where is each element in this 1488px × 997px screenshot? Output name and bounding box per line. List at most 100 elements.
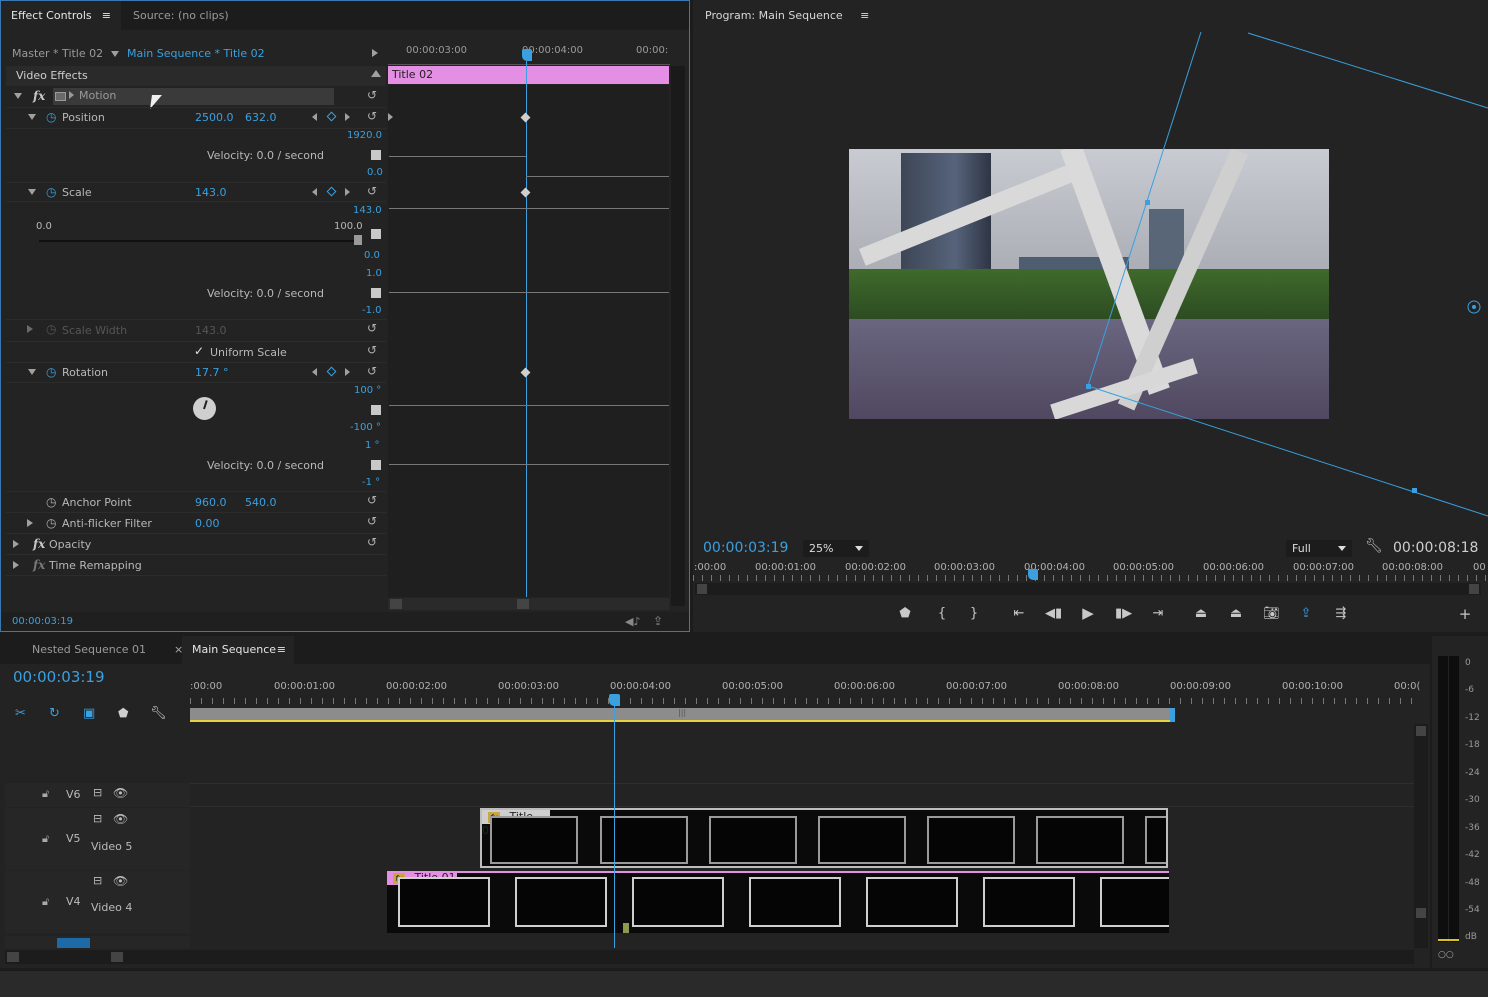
- play-audio-icon[interactable]: ◀♪: [625, 615, 640, 628]
- lock-icon[interactable]: 🔓︎: [42, 832, 49, 846]
- program-time-ruler[interactable]: :00:00 00:00:01:00 00:00:02:00 00:00:03:…: [693, 560, 1488, 582]
- reset-position-icon[interactable]: ↺: [367, 110, 379, 122]
- linked-selection-icon[interactable]: ↻: [49, 706, 60, 721]
- expand-time-remap-icon[interactable]: [13, 561, 19, 569]
- toggle-sync-icon[interactable]: ⊟: [93, 874, 102, 887]
- stopwatch-icon[interactable]: ◷: [46, 365, 56, 379]
- eye-icon[interactable]: 👁︎: [113, 874, 128, 888]
- position-y-value[interactable]: 632.0: [245, 111, 277, 124]
- lock-icon[interactable]: 🔓︎: [42, 895, 49, 909]
- chevron-down-icon[interactable]: [111, 51, 119, 57]
- reset-motion-icon[interactable]: ↺: [367, 89, 379, 101]
- master-clip-label[interactable]: Master * Title 02: [12, 47, 103, 60]
- ec-playhead-line[interactable]: [526, 61, 527, 597]
- stopwatch-icon[interactable]: ◷: [46, 110, 56, 124]
- scale-slider-track[interactable]: [39, 240, 361, 242]
- scroll-handle-right[interactable]: [1469, 584, 1479, 594]
- add-button-icon[interactable]: +: [1457, 607, 1473, 622]
- clip-keyframe-marker[interactable]: [623, 923, 629, 933]
- quality-select[interactable]: Full: [1286, 540, 1352, 557]
- expand-antiflicker-icon[interactable]: [27, 519, 33, 527]
- program-playhead[interactable]: [1028, 569, 1038, 580]
- graph-toggle-icon[interactable]: [371, 150, 381, 160]
- prev-keyframe-icon[interactable]: [312, 368, 317, 376]
- tab-source[interactable]: Source: (no clips): [123, 1, 253, 30]
- sequence-clip-label[interactable]: Main Sequence * Title 02: [127, 47, 265, 60]
- track-target-indicator[interactable]: [57, 938, 90, 948]
- timeline-horizontal-scrollbar[interactable]: [5, 950, 1414, 964]
- mark-out-icon[interactable]: }: [966, 607, 982, 621]
- track-header-v5[interactable]: ⊟ 👁︎ 🔓︎ V5 Video 5: [5, 808, 190, 870]
- work-area-end-handle[interactable]: [1170, 708, 1175, 722]
- expand-motion-icon[interactable]: [14, 93, 22, 99]
- camera-icon[interactable]: 📷︎: [1263, 607, 1280, 621]
- scroll-handle-right[interactable]: [517, 599, 529, 609]
- add-keyframe-icon[interactable]: [326, 186, 337, 197]
- tab-nested-sequence[interactable]: Nested Sequence 01: [22, 636, 156, 664]
- extract-icon[interactable]: ⏏: [1228, 607, 1244, 621]
- add-edit-icon[interactable]: ▣: [83, 706, 95, 721]
- expand-scale-width-icon[interactable]: [27, 325, 33, 333]
- step-forward-icon[interactable]: ▮▶: [1115, 607, 1132, 621]
- tab-effect-controls[interactable]: Effect Controls ≡: [1, 1, 121, 30]
- reset-scale-icon[interactable]: ↺: [367, 185, 379, 197]
- go-to-in-icon[interactable]: ⇤: [1011, 607, 1027, 621]
- transform-bounding-box[interactable]: [693, 0, 1488, 540]
- toggle-sync-icon[interactable]: ⊟: [93, 812, 102, 825]
- next-keyframe-icon[interactable]: [345, 113, 350, 121]
- toggle-sync-icon[interactable]: ⊟: [93, 786, 102, 799]
- reset-rotation-icon[interactable]: ↺: [367, 365, 379, 377]
- expand-scale-icon[interactable]: [28, 189, 36, 195]
- export-icon[interactable]: ⇪: [653, 614, 663, 628]
- antiflicker-value[interactable]: 0.00: [195, 517, 220, 530]
- ec-horizontal-scrollbar[interactable]: [388, 598, 669, 610]
- program-timecode[interactable]: 00:00:03:19: [703, 540, 788, 556]
- timeline-playhead-line[interactable]: [614, 706, 615, 948]
- add-marker-icon[interactable]: ⬟: [897, 607, 913, 621]
- expand-position-icon[interactable]: [28, 114, 36, 120]
- solo-buttons[interactable]: ○○: [1438, 950, 1454, 960]
- track-lane-v6[interactable]: [190, 783, 1414, 807]
- position-x-value[interactable]: 2500.0: [195, 111, 234, 124]
- program-zoom-scrollbar[interactable]: [695, 583, 1481, 595]
- clip-title-01[interactable]: fx Title 01: [387, 871, 1169, 933]
- scroll-handle-top[interactable]: [1416, 726, 1426, 736]
- panel-menu-icon[interactable]: ≡: [102, 1, 111, 30]
- playhead-marker[interactable]: [522, 49, 532, 61]
- snap-icon[interactable]: ✂︎: [15, 706, 26, 721]
- rotation-dial[interactable]: [193, 397, 216, 420]
- zoom-select[interactable]: 25%: [803, 540, 869, 557]
- add-keyframe-icon[interactable]: [326, 366, 337, 377]
- eye-icon[interactable]: 👁︎: [113, 786, 128, 800]
- stopwatch-icon[interactable]: ◷: [46, 185, 56, 199]
- prev-keyframe-icon[interactable]: [312, 113, 317, 121]
- scroll-handle-bottom[interactable]: [1416, 908, 1426, 918]
- scroll-handle-left[interactable]: [697, 584, 707, 594]
- ec-timecode[interactable]: 00:00:03:19: [12, 616, 73, 627]
- wrench-icon[interactable]: 🔧︎: [1365, 538, 1383, 554]
- reset-antiflicker-icon[interactable]: ↺: [367, 515, 379, 527]
- wrench-icon[interactable]: 🔧︎: [150, 706, 167, 721]
- next-keyframe-icon[interactable]: [345, 368, 350, 376]
- fx-icon[interactable]: fx: [33, 537, 45, 551]
- scroll-handle-left[interactable]: [7, 952, 19, 962]
- expand-opacity-icon[interactable]: [13, 540, 19, 548]
- step-back-icon[interactable]: ◀▮: [1045, 607, 1062, 621]
- timeline-timecode[interactable]: 00:00:03:19: [13, 668, 105, 686]
- fx-icon[interactable]: fx: [33, 89, 45, 103]
- lift-icon[interactable]: ⏏: [1193, 607, 1209, 621]
- ec-vertical-scrollbar[interactable]: [671, 66, 685, 606]
- button-editor-icon[interactable]: ⇪: [1298, 607, 1314, 621]
- insert-icon[interactable]: ⇶: [1333, 607, 1349, 621]
- clip-title-02[interactable]: fx Title 02: [480, 808, 1168, 868]
- ec-time-ruler[interactable]: 00:00:03:00 00:00:04:00 00:00:: [388, 41, 670, 65]
- timeline-time-ruler[interactable]: :00:00 00:00:01:00 00:00:02:00 00:00:03:…: [190, 676, 1420, 710]
- reset-scale-width-icon[interactable]: ↺: [367, 322, 379, 334]
- mark-in-icon[interactable]: {: [934, 607, 950, 621]
- eye-icon[interactable]: 👁︎: [113, 812, 128, 826]
- marker-icon[interactable]: ⬟: [118, 706, 128, 720]
- expand-rotation-icon[interactable]: [28, 369, 36, 375]
- motion-effect-bar[interactable]: Motion: [53, 88, 334, 105]
- anchor-x-value[interactable]: 960.0: [195, 496, 227, 509]
- keyframe-area[interactable]: [388, 85, 669, 597]
